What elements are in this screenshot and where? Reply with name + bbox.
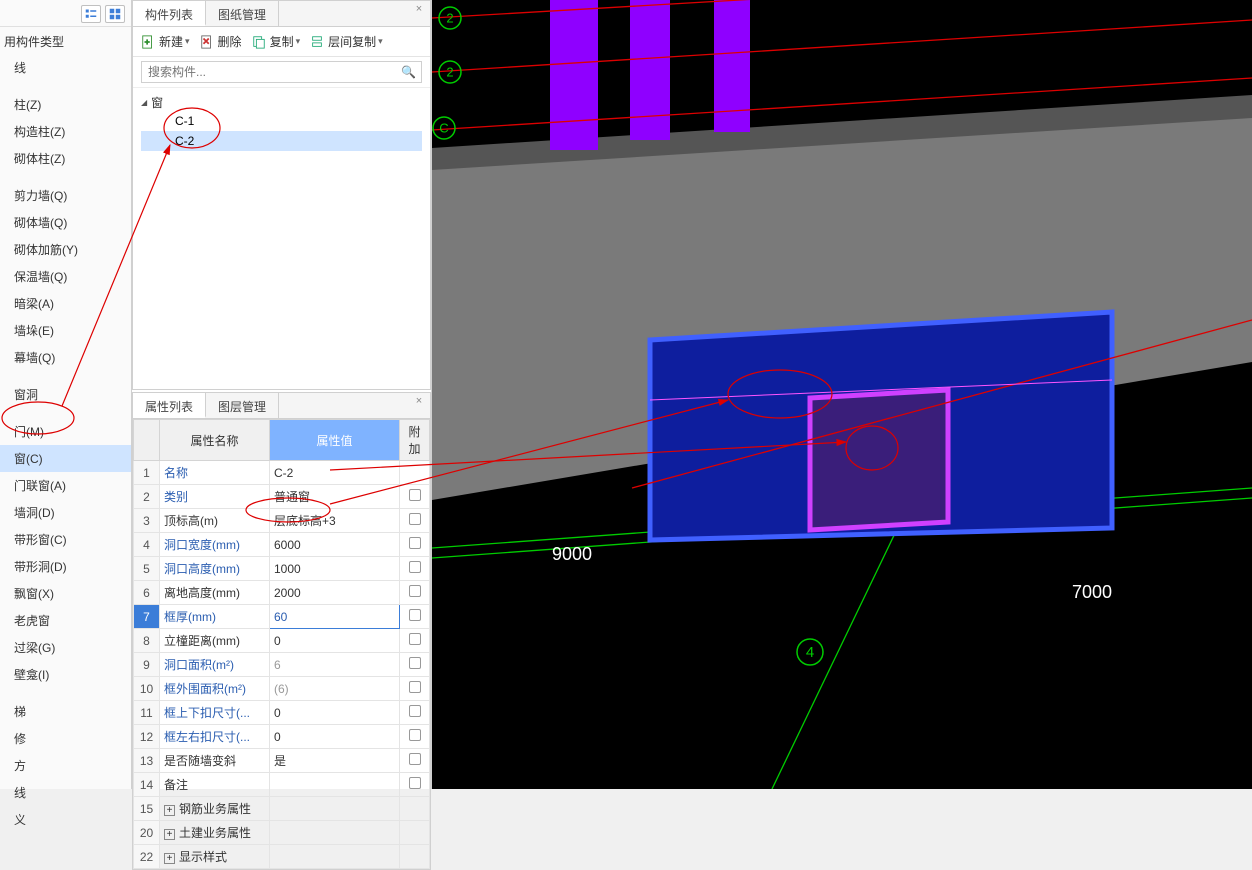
close-icon[interactable]: × bbox=[412, 395, 426, 409]
tab-property-list[interactable]: 属性列表 bbox=[133, 393, 206, 418]
middle-column: 构件列表 图纸管理 × 新建▾ 删除 复制▾ 层间复制▾ 🔍 bbox=[132, 0, 432, 789]
nav-item[interactable]: 义 bbox=[0, 806, 131, 833]
col-value: 属性值 bbox=[270, 420, 400, 461]
copy-button[interactable]: 复制▾ bbox=[252, 33, 301, 50]
copy-button-label: 复制 bbox=[270, 33, 294, 50]
svg-text:2: 2 bbox=[446, 10, 453, 25]
nav-section-label: 用构件类型 bbox=[0, 27, 131, 54]
new-button-label: 新建 bbox=[159, 33, 183, 50]
checkbox[interactable] bbox=[409, 609, 421, 621]
nav-item[interactable]: 梯 bbox=[0, 698, 131, 725]
nav-item[interactable]: 保温墙(Q) bbox=[0, 263, 131, 290]
table-row[interactable]: 13是否随墙变斜是 bbox=[134, 749, 430, 773]
tree-item[interactable]: C-2 bbox=[141, 131, 422, 151]
checkbox[interactable] bbox=[409, 705, 421, 717]
nav-item[interactable]: 门联窗(A) bbox=[0, 472, 131, 499]
nav-item[interactable]: 门(M) bbox=[0, 418, 131, 445]
component-tree: 窗 C-1C-2 bbox=[133, 88, 430, 389]
3d-viewport[interactable]: 2 2 C 4 9000 7000 bbox=[432, 0, 1252, 789]
nav-item[interactable]: 线 bbox=[0, 779, 131, 806]
tab-component-list[interactable]: 构件列表 bbox=[133, 1, 206, 26]
checkbox[interactable] bbox=[409, 681, 421, 693]
checkbox[interactable] bbox=[409, 633, 421, 645]
close-icon[interactable]: × bbox=[412, 3, 426, 17]
checkbox[interactable] bbox=[409, 585, 421, 597]
dim-label-left: 9000 bbox=[552, 544, 592, 564]
view-mode-list-icon[interactable] bbox=[81, 5, 101, 23]
nav-item[interactable]: 墙洞(D) bbox=[0, 499, 131, 526]
checkbox[interactable] bbox=[409, 537, 421, 549]
nav-item[interactable]: 窗(C) bbox=[0, 445, 131, 472]
table-row[interactable]: 11框上下扣尺寸(...0 bbox=[134, 701, 430, 725]
checkbox[interactable] bbox=[409, 753, 421, 765]
col-extra: 附加 bbox=[400, 420, 430, 461]
tree-item[interactable]: C-1 bbox=[141, 111, 422, 131]
table-row[interactable]: 12框左右扣尺寸(...0 bbox=[134, 725, 430, 749]
tab-drawing-manage[interactable]: 图纸管理 bbox=[206, 1, 279, 26]
table-row[interactable]: 4洞口宽度(mm)6000 bbox=[134, 533, 430, 557]
component-list-panel: 构件列表 图纸管理 × 新建▾ 删除 复制▾ 层间复制▾ 🔍 bbox=[132, 0, 431, 390]
nav-item[interactable]: 窗洞 bbox=[0, 381, 131, 408]
nav-item[interactable]: 方 bbox=[0, 752, 131, 779]
checkbox[interactable] bbox=[409, 777, 421, 789]
table-row[interactable]: 22+显示样式 bbox=[134, 845, 430, 869]
layer-copy-button[interactable]: 层间复制▾ bbox=[310, 33, 383, 50]
nav-item[interactable]: 幕墙(Q) bbox=[0, 344, 131, 371]
property-panel: 属性列表 图层管理 × 属性名称 属性值 附加 1名称C-22类别普通窗3顶标高… bbox=[132, 392, 431, 870]
nav-item[interactable]: 带形窗(C) bbox=[0, 526, 131, 553]
nav-item[interactable]: 修 bbox=[0, 725, 131, 752]
checkbox[interactable] bbox=[409, 561, 421, 573]
table-row[interactable]: 5洞口高度(mm)1000 bbox=[134, 557, 430, 581]
view-mode-grid-icon[interactable] bbox=[105, 5, 125, 23]
table-row[interactable]: 9洞口面积(m²)6 bbox=[134, 653, 430, 677]
tab-layer-manage[interactable]: 图层管理 bbox=[206, 393, 279, 418]
table-row[interactable]: 6离地高度(mm)2000 bbox=[134, 581, 430, 605]
table-row[interactable]: 3顶标高(m)层底标高+3 bbox=[134, 509, 430, 533]
nav-item[interactable]: 老虎窗 bbox=[0, 607, 131, 634]
nav-item[interactable]: 砌体墙(Q) bbox=[0, 209, 131, 236]
nav-item[interactable]: 构造柱(Z) bbox=[0, 118, 131, 145]
nav-item[interactable]: 墙垛(E) bbox=[0, 317, 131, 344]
svg-text:2: 2 bbox=[446, 64, 453, 79]
svg-text:4: 4 bbox=[806, 644, 814, 661]
dim-label-right: 7000 bbox=[1072, 582, 1112, 602]
nav-item[interactable]: 壁龛(I) bbox=[0, 661, 131, 688]
checkbox[interactable] bbox=[409, 513, 421, 525]
delete-button[interactable]: 删除 bbox=[200, 33, 242, 50]
table-row[interactable]: 1名称C-2 bbox=[134, 461, 430, 485]
search-input[interactable] bbox=[141, 61, 422, 83]
property-table: 属性名称 属性值 附加 1名称C-22类别普通窗3顶标高(m)层底标高+34洞口… bbox=[133, 419, 430, 869]
nav-item[interactable]: 柱(Z) bbox=[0, 91, 131, 118]
table-row[interactable]: 2类别普通窗 bbox=[134, 485, 430, 509]
table-row[interactable]: 8立橦距离(mm)0 bbox=[134, 629, 430, 653]
svg-text:C: C bbox=[439, 120, 448, 135]
table-row[interactable]: 10框外围面积(m²)(6) bbox=[134, 677, 430, 701]
tree-root-node[interactable]: 窗 bbox=[141, 94, 422, 111]
nav-item[interactable]: 剪力墙(Q) bbox=[0, 182, 131, 209]
nav-item[interactable]: 飘窗(X) bbox=[0, 580, 131, 607]
table-row[interactable]: 7框厚(mm)60 bbox=[134, 605, 430, 629]
checkbox[interactable] bbox=[409, 729, 421, 741]
checkbox[interactable] bbox=[409, 657, 421, 669]
delete-button-label: 删除 bbox=[218, 33, 242, 50]
col-index bbox=[134, 420, 160, 461]
col-name: 属性名称 bbox=[160, 420, 270, 461]
table-row[interactable]: 15+钢筋业务属性 bbox=[134, 797, 430, 821]
nav-item[interactable]: 砌体加筋(Y) bbox=[0, 236, 131, 263]
table-row[interactable]: 14备注 bbox=[134, 773, 430, 797]
new-button[interactable]: 新建▾ bbox=[141, 33, 190, 50]
layer-copy-button-label: 层间复制 bbox=[328, 33, 376, 50]
checkbox[interactable] bbox=[409, 489, 421, 501]
nav-item[interactable]: 带形洞(D) bbox=[0, 553, 131, 580]
left-nav-panel: 用构件类型 线柱(Z)构造柱(Z)砌体柱(Z) 剪力墙(Q)砌体墙(Q)砌体加筋(… bbox=[0, 0, 132, 789]
table-row[interactable]: 20+土建业务属性 bbox=[134, 821, 430, 845]
nav-item[interactable]: 砌体柱(Z) bbox=[0, 145, 131, 172]
nav-item[interactable]: 线 bbox=[0, 54, 131, 81]
nav-item[interactable]: 暗梁(A) bbox=[0, 290, 131, 317]
nav-item[interactable]: 过梁(G) bbox=[0, 634, 131, 661]
